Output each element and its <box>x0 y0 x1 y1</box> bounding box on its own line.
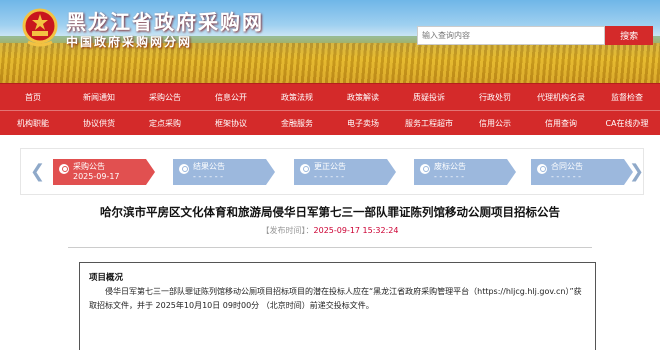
nav-item-policies[interactable]: 政策法规 <box>264 92 330 103</box>
project-overview-box: 项目概况 侵华日军第七三一部队罪证陈列馆移动公厕项目招标项目的潜在投标人应在“黑… <box>79 262 596 350</box>
publish-time: 2025-09-17 15:32:24 <box>313 226 399 235</box>
divider <box>68 247 592 248</box>
nav-item-framework-agreement[interactable]: 框架协议 <box>198 118 264 129</box>
clock-icon <box>420 164 430 174</box>
clock-icon <box>300 164 310 174</box>
header-banner: 黑龙江省政府采购网 中国政府采购网分网 搜索 <box>0 0 660 83</box>
nav-item-procurement-notices[interactable]: 采购公告 <box>132 92 198 103</box>
nav-item-e-mall[interactable]: 电子卖场 <box>330 118 396 129</box>
nav-item-news[interactable]: 新闻通知 <box>66 92 132 103</box>
national-emblem-icon <box>22 8 58 47</box>
section-body: 侵华日军第七三一部队罪证陈列馆移动公厕项目招标项目的潜在投标人应在“黑龙江省政府… <box>89 287 582 310</box>
nav-item-agency-directory[interactable]: 代理机构名录 <box>528 92 594 103</box>
clock-icon <box>59 164 69 174</box>
phase-procurement-notice[interactable]: 采购公告 2025-09-17 <box>53 159 155 185</box>
nav-item-financial-services[interactable]: 金融服务 <box>264 118 330 129</box>
nav-item-credit-query[interactable]: 信用查询 <box>528 118 594 129</box>
phase-label: 更正公告 <box>314 162 346 171</box>
nav-row-secondary: 机构职能 协议供货 定点采购 框架协议 金融服务 电子卖场 服务工程超市 信用公… <box>0 110 660 136</box>
phase-date: - - - - - - <box>314 172 345 181</box>
phase-date: - - - - - - <box>434 172 465 181</box>
search-button[interactable]: 搜索 <box>605 26 653 45</box>
nav-item-policy-interpretation[interactable]: 政策解读 <box>330 92 396 103</box>
site-title[interactable]: 黑龙江省政府采购网 <box>66 6 264 35</box>
nav-item-supervision[interactable]: 监督检查 <box>594 92 660 103</box>
nav-item-agreement-supply[interactable]: 协议供货 <box>66 118 132 129</box>
nav-item-functions[interactable]: 机构职能 <box>0 118 66 129</box>
nav-item-credit-disclosure[interactable]: 信用公示 <box>462 118 528 129</box>
site-subtitle: 中国政府采购网分网 <box>66 35 193 49</box>
phase-date: 2025-09-17 <box>73 172 120 181</box>
nav-item-penalties[interactable]: 行政处罚 <box>462 92 528 103</box>
search-input[interactable] <box>417 26 606 45</box>
phase-cancel-notice[interactable]: 废标公告 - - - - - - <box>414 159 516 185</box>
chevron-left-icon[interactable]: ❮ <box>30 161 45 182</box>
phase-contract-notice[interactable]: 合同公告 - - - - - - <box>531 159 633 185</box>
publish-label: 【发布时间】： <box>261 226 314 235</box>
nav-row-primary: 首页 新闻通知 采购公告 信息公开 政策法规 政策解读 质疑投诉 行政处罚 代理… <box>0 84 660 110</box>
nav-item-info-disclosure[interactable]: 信息公开 <box>198 92 264 103</box>
nav-item-ca-online[interactable]: CA在线办理 <box>594 118 660 129</box>
phase-label: 合同公告 <box>551 162 583 171</box>
phase-correction-notice[interactable]: 更正公告 - - - - - - <box>294 159 396 185</box>
nav-item-home[interactable]: 首页 <box>0 92 66 103</box>
clock-icon <box>179 164 189 174</box>
content-area: ❮ ❯ 采购公告 2025-09-17 结果公告 - - - - - - 更正公… <box>0 135 660 350</box>
phase-label: 废标公告 <box>434 162 466 171</box>
page-title: 哈尔滨市平房区文化体育和旅游局侵华日军第七三一部队罪证陈列馆移动公厕项目招标公告 <box>100 205 560 219</box>
nav-item-service-market[interactable]: 服务工程超市 <box>396 118 462 129</box>
phase-label: 采购公告 <box>73 162 105 171</box>
main-nav: 首页 新闻通知 采购公告 信息公开 政策法规 政策解读 质疑投诉 行政处罚 代理… <box>0 83 660 135</box>
nav-item-designated-procurement[interactable]: 定点采购 <box>132 118 198 129</box>
clock-icon <box>537 164 547 174</box>
phase-date: - - - - - - <box>551 172 582 181</box>
nav-item-complaints[interactable]: 质疑投诉 <box>396 92 462 103</box>
section-heading: 项目概况 <box>89 273 124 283</box>
phase-result-notice[interactable]: 结果公告 - - - - - - <box>173 159 275 185</box>
phase-label: 结果公告 <box>193 162 225 171</box>
publish-info: 【发布时间】：2025-09-17 15:32:24 <box>0 225 660 236</box>
phase-date: - - - - - - <box>193 172 224 181</box>
search-bar: 搜索 <box>417 26 653 45</box>
